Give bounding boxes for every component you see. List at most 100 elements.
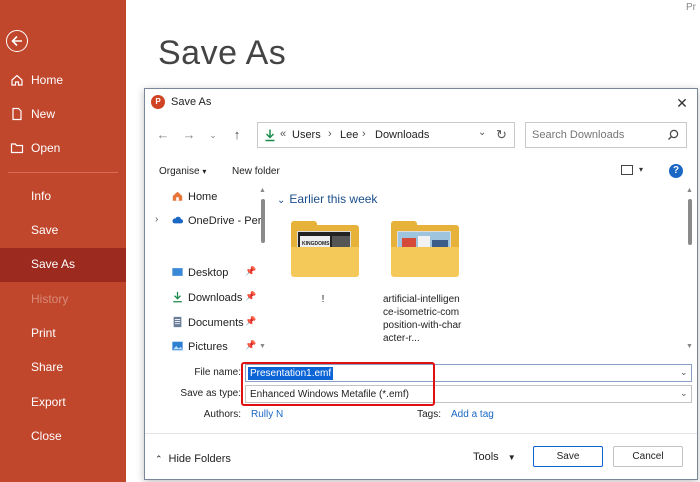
open-folder-icon <box>10 143 24 154</box>
folder-icon <box>391 221 459 277</box>
home-icon <box>11 74 23 86</box>
navigation-pane: Home › OneDrive - Per Desktop 📌 Download… <box>145 187 269 355</box>
desktop-icon <box>172 268 183 276</box>
up-icon[interactable]: ↑ <box>229 127 245 143</box>
cancel-button[interactable]: Cancel <box>613 446 683 467</box>
breadcrumb-downloads[interactable]: Downloads <box>375 129 429 141</box>
dialog-titlebar[interactable]: P Save As ✕ <box>145 89 697 117</box>
group-header[interactable]: ⌄ Earlier this week <box>277 192 377 206</box>
navigation-scrollbar[interactable]: ▲ ▼ <box>259 187 267 355</box>
forward-icon[interactable]: → <box>181 127 197 143</box>
cloud-icon <box>172 216 184 224</box>
tree-item-documents[interactable]: Documents 📌 <box>145 313 257 333</box>
tree-item-desktop-label: Desktop <box>188 267 229 279</box>
pin-icon[interactable]: 📌 <box>245 291 256 302</box>
nav-save-as[interactable]: Save As <box>0 248 126 282</box>
organise-chevron-icon: ▾ <box>202 167 207 176</box>
nav-print[interactable]: Print <box>0 317 126 349</box>
view-icon[interactable] <box>621 165 633 175</box>
nav-close[interactable]: Close <box>0 420 126 452</box>
file-list-scrollbar[interactable]: ▲ ▼ <box>685 187 695 355</box>
close-icon[interactable]: ✕ <box>672 93 692 113</box>
tree-item-desktop[interactable]: Desktop 📌 <box>145 263 257 283</box>
tags-input[interactable]: Add a tag <box>451 409 494 420</box>
search-box[interactable] <box>525 122 687 148</box>
save-button[interactable]: Save <box>533 446 603 467</box>
back-arrow-icon[interactable] <box>6 30 28 52</box>
nav-close-label: Close <box>31 429 62 443</box>
file-item[interactable]: artificial-intelligence-isometric-compos… <box>373 221 463 351</box>
help-icon[interactable]: ? <box>669 164 683 178</box>
nav-open-label: Open <box>31 141 61 155</box>
scroll-up-icon[interactable]: ▲ <box>259 187 266 194</box>
file-name-label: File name: <box>194 367 241 378</box>
nav-export[interactable]: Export <box>0 386 126 418</box>
file-list-pane: ⌄ Earlier this week KINGDOMS ! artificia… <box>273 187 695 355</box>
recent-locations-chevron-icon[interactable]: ⌄ <box>205 127 221 143</box>
new-document-icon <box>12 107 22 121</box>
documents-icon <box>173 316 182 328</box>
pictures-icon <box>172 341 183 351</box>
scroll-thumb[interactable] <box>261 199 265 243</box>
search-input[interactable] <box>532 128 660 142</box>
tools-dropdown-icon: ▼ <box>507 453 516 462</box>
file-name: ! <box>321 294 325 305</box>
expand-chevron-icon[interactable]: › <box>155 214 158 225</box>
organise-label: Organise <box>159 166 200 177</box>
tree-item-downloads[interactable]: Downloads 📌 <box>145 288 257 308</box>
nav-new[interactable]: New <box>0 98 126 130</box>
scroll-down-icon[interactable]: ▼ <box>259 343 266 350</box>
download-icon <box>173 291 182 303</box>
tools-label: Tools <box>473 451 499 463</box>
address-dropdown-icon[interactable]: ⌄ <box>478 127 486 138</box>
organise-button[interactable]: Organise ▾ <box>159 166 206 177</box>
backstage-sidebar: Home New Open Info Save Save As History … <box>0 0 126 482</box>
pin-icon[interactable]: 📌 <box>245 316 256 327</box>
authors-label: Authors: <box>203 409 241 420</box>
file-name: artificial-intelligence-isometric-compos… <box>383 294 462 344</box>
group-header-label: Earlier this week <box>289 192 378 206</box>
save-as-type-dropdown-icon[interactable]: ⌄ <box>680 388 688 399</box>
nav-print-label: Print <box>31 326 56 340</box>
nav-new-label: New <box>31 107 56 121</box>
tree-item-onedrive[interactable]: › OneDrive - Per <box>145 211 261 231</box>
folder-icon: KINGDOMS <box>291 221 359 277</box>
nav-open[interactable]: Open <box>0 132 126 164</box>
corner-text: Pr <box>686 2 696 13</box>
tree-item-downloads-label: Downloads <box>188 292 243 304</box>
file-item[interactable]: KINGDOMS ! <box>273 221 363 351</box>
page-title: Save As <box>158 34 287 72</box>
nav-share[interactable]: Share <box>0 351 126 383</box>
scroll-up-icon[interactable]: ▲ <box>686 187 693 194</box>
pin-icon[interactable]: 📌 <box>245 266 256 277</box>
breadcrumb-lee[interactable]: Lee <box>340 129 358 141</box>
file-name-dropdown-icon[interactable]: ⌄ <box>680 367 688 378</box>
nav-save-label: Save <box>31 223 59 237</box>
nav-info[interactable]: Info <box>0 180 126 212</box>
tools-button[interactable]: Tools ▼ <box>473 451 516 463</box>
tags-label: Tags: <box>417 409 441 420</box>
breadcrumb-separator: › <box>362 128 366 140</box>
tree-item-documents-label: Documents <box>188 317 244 329</box>
new-folder-button[interactable]: New folder <box>232 166 280 177</box>
refresh-icon[interactable]: ↻ <box>496 127 507 143</box>
hide-folders-button[interactable]: ⌃ Hide Folders <box>155 453 231 465</box>
nav-save-as-label: Save As <box>31 257 76 271</box>
view-dropdown-icon[interactable]: ▾ <box>639 165 643 174</box>
breadcrumb-users[interactable]: Users <box>292 129 321 141</box>
scroll-down-icon[interactable]: ▼ <box>686 343 693 350</box>
address-bar[interactable]: « Users › Lee › Downloads ⌄ ↻ <box>257 122 515 148</box>
tree-item-pictures[interactable]: Pictures 📌 <box>145 337 257 357</box>
tree-item-home[interactable]: Home <box>145 187 257 207</box>
breadcrumb-overflow[interactable]: « <box>280 128 286 140</box>
nav-home[interactable]: Home <box>0 64 126 96</box>
nav-history: History <box>0 283 126 315</box>
nav-save[interactable]: Save <box>0 214 126 246</box>
back-icon[interactable]: ← <box>155 127 171 143</box>
scroll-thumb[interactable] <box>688 199 692 245</box>
nav-share-label: Share <box>31 360 64 374</box>
annotation-highlight <box>241 362 435 406</box>
authors-value[interactable]: Rully N <box>251 409 283 420</box>
pin-icon[interactable]: 📌 <box>245 340 256 351</box>
nav-export-label: Export <box>31 395 66 409</box>
